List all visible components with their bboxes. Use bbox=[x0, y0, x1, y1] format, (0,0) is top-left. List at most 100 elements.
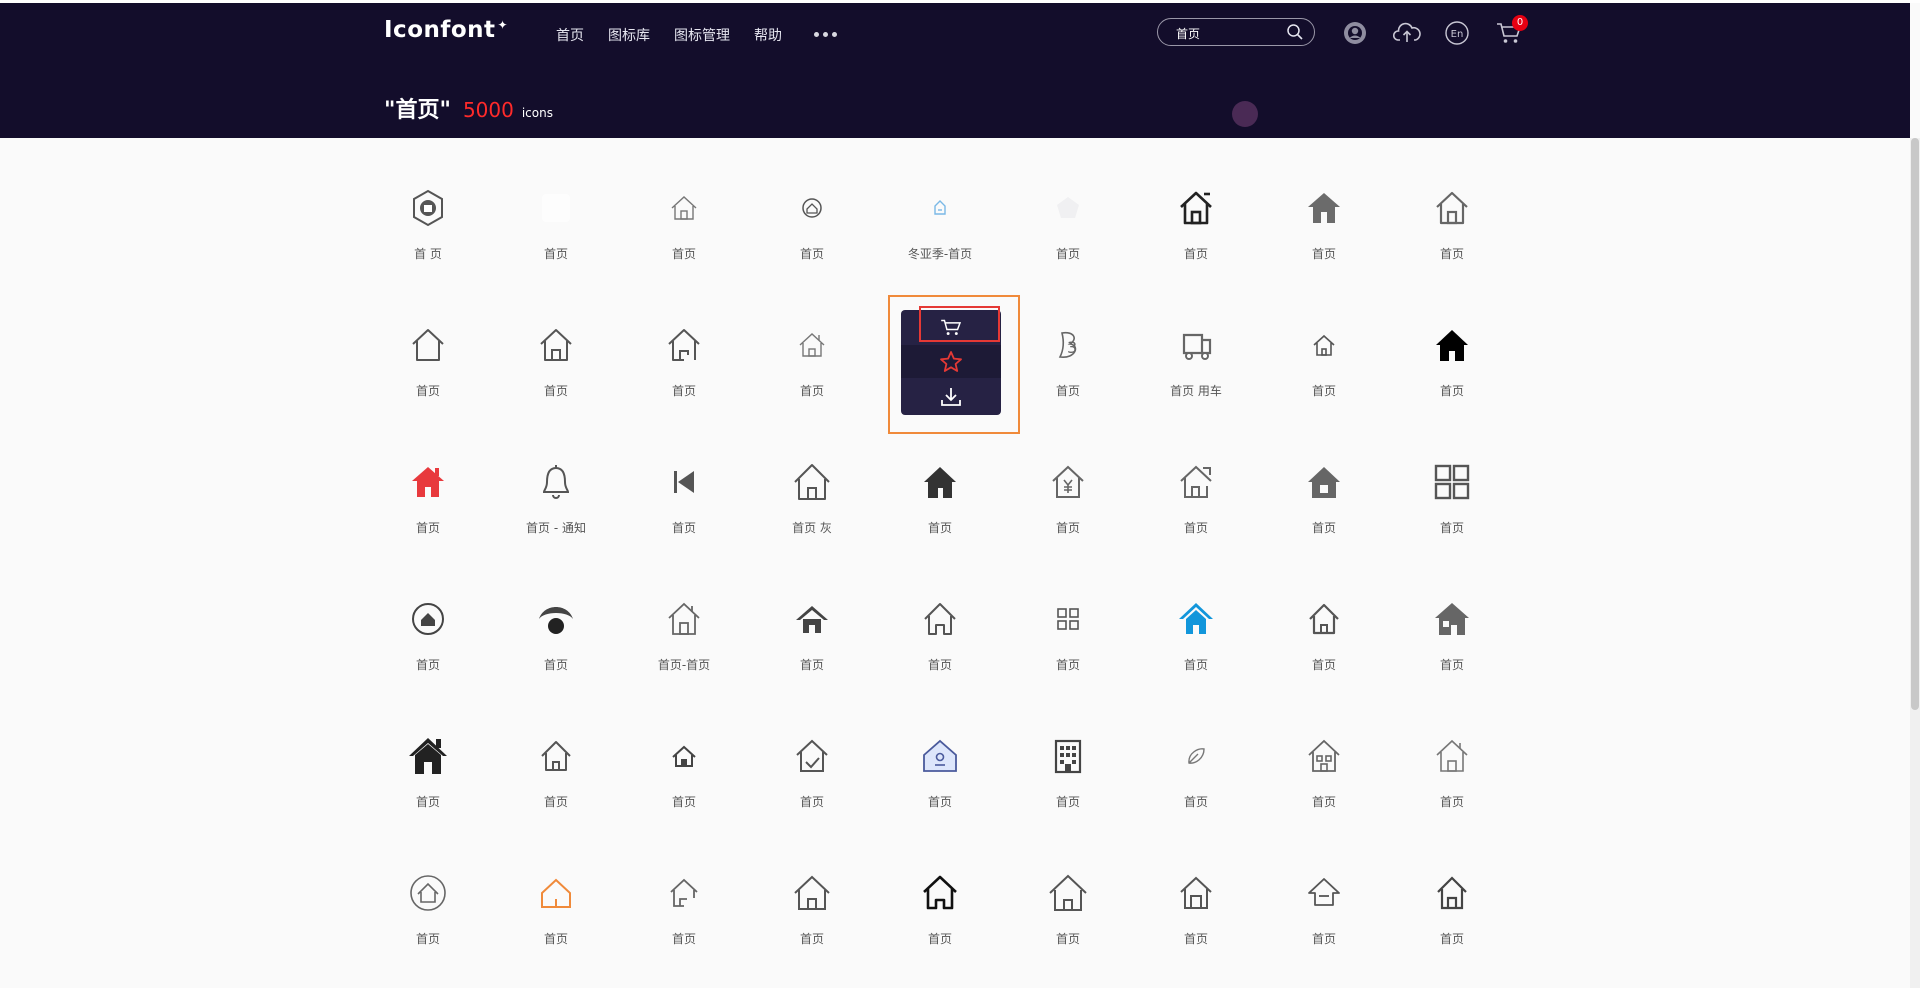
icon-card[interactable]: 首页 bbox=[1144, 442, 1248, 552]
icon-card[interactable]: 首页 bbox=[1272, 716, 1376, 826]
icon-card[interactable]: 首页 bbox=[1016, 716, 1120, 826]
icon-card[interactable]: 首页 bbox=[1272, 853, 1376, 963]
b-letter-icon: 3 bbox=[1048, 325, 1088, 365]
icon-card[interactable]: 首页 bbox=[1016, 853, 1120, 963]
nav-home[interactable]: 首页 bbox=[556, 25, 584, 45]
icon-card[interactable]: 首页 bbox=[376, 853, 480, 963]
icon-label: 首页 bbox=[543, 247, 568, 261]
avatar-icon[interactable] bbox=[1343, 21, 1367, 45]
icon-card[interactable]: 首页 bbox=[376, 579, 480, 689]
icon-card[interactable]: 首页 bbox=[888, 853, 992, 963]
icon-card[interactable]: 首页 bbox=[376, 716, 480, 826]
icon-card[interactable]: 首页 bbox=[376, 305, 480, 415]
house-chimney-outline-icon bbox=[664, 599, 704, 639]
result-count: 5000 bbox=[462, 98, 514, 122]
logo-text: Iconfont bbox=[384, 17, 496, 43]
icon-label: 首页 bbox=[415, 658, 440, 672]
icon-card[interactable]: 冬亚季-首页 bbox=[888, 168, 992, 278]
icon-card[interactable]: 首页 bbox=[1144, 716, 1248, 826]
search-icon[interactable] bbox=[1286, 23, 1304, 41]
icon-card[interactable]: 首页 bbox=[504, 168, 608, 278]
icon-card[interactable]: 首页 bbox=[504, 305, 608, 415]
icon-card[interactable]: 首页 bbox=[1272, 305, 1376, 415]
icon-label: 首页 bbox=[1055, 521, 1080, 535]
favorite-button[interactable] bbox=[901, 345, 1001, 378]
star-icon bbox=[940, 350, 962, 372]
house-gray-solid-icon bbox=[1304, 462, 1344, 502]
house-chimney-icon bbox=[792, 325, 832, 365]
loading-indicator bbox=[1232, 101, 1258, 127]
icon-card[interactable]: 首页 bbox=[1272, 579, 1376, 689]
icon-card[interactable]: 首页 灰 bbox=[760, 442, 864, 552]
icon-card[interactable]: 首页-首页 bbox=[632, 579, 736, 689]
icon-card[interactable]: 首页 bbox=[632, 168, 736, 278]
icon-card[interactable]: 首页 bbox=[632, 853, 736, 963]
icon-label: 首页 bbox=[1311, 247, 1336, 261]
icon-card[interactable]: 首页 - 通知 bbox=[504, 442, 608, 552]
icon-card[interactable]: 首页 bbox=[888, 716, 992, 826]
scrollbar-thumb[interactable] bbox=[1911, 138, 1919, 710]
icon-card[interactable]: 首页 bbox=[632, 442, 736, 552]
upload-cloud-icon[interactable] bbox=[1393, 21, 1421, 45]
nav-help[interactable]: 帮助 bbox=[754, 25, 782, 45]
house-arrow-icon bbox=[1176, 462, 1216, 502]
icon-card[interactable]: 首页 bbox=[760, 579, 864, 689]
icon-card[interactable]: 首页 bbox=[632, 305, 736, 415]
icon-card[interactable]: 首页 bbox=[504, 853, 608, 963]
house-blue-filled-icon bbox=[1176, 599, 1216, 639]
circle-house-filled-icon bbox=[408, 599, 448, 639]
icon-card[interactable]: 首页 bbox=[1272, 442, 1376, 552]
icon-card[interactable]: 首页 bbox=[888, 442, 992, 552]
icon-card[interactable]: 首页 bbox=[760, 168, 864, 278]
icon-card[interactable]: 3 首页 bbox=[1016, 305, 1120, 415]
icon-card[interactable]: 首页 bbox=[1272, 168, 1376, 278]
icon-label: 首页 bbox=[1311, 658, 1336, 672]
cart-button[interactable]: 0 bbox=[1496, 15, 1528, 45]
download-icon bbox=[941, 387, 961, 406]
search-input[interactable] bbox=[1174, 23, 1278, 43]
icon-card[interactable]: 首页 bbox=[1400, 579, 1504, 689]
icon-card[interactable]: 首页 bbox=[760, 716, 864, 826]
icon-label: 首页 bbox=[671, 247, 696, 261]
nav-icon-manage[interactable]: 图标管理 bbox=[674, 25, 730, 45]
icon-label: 首页 bbox=[1439, 932, 1464, 946]
icon-card[interactable]: 首页 bbox=[1400, 853, 1504, 963]
house-tall-icon bbox=[1432, 873, 1472, 913]
icon-label: 首 页 bbox=[414, 247, 442, 261]
icon-label: 首页 bbox=[1439, 795, 1464, 809]
icon-card[interactable]: 首页 bbox=[1016, 168, 1120, 278]
icon-card[interactable]: 首 页 bbox=[376, 168, 480, 278]
icon-card[interactable]: 首页 bbox=[760, 305, 864, 415]
icon-card[interactable]: 首页 bbox=[376, 442, 480, 552]
download-button[interactable] bbox=[901, 380, 1001, 413]
nav-icon-library[interactable]: 图标库 bbox=[608, 25, 650, 45]
icon-card[interactable]: 首页 bbox=[504, 579, 608, 689]
icon-card[interactable]: 首页 bbox=[1144, 579, 1248, 689]
icon-card[interactable]: 首页 bbox=[1144, 168, 1248, 278]
icon-card[interactable]: 首页 bbox=[888, 579, 992, 689]
icon-card[interactable]: 首页 bbox=[1400, 442, 1504, 552]
icon-card[interactable]: 首页 bbox=[1016, 442, 1120, 552]
icon-card[interactable]: 首页 bbox=[632, 716, 736, 826]
language-icon[interactable]: En bbox=[1445, 21, 1469, 45]
icon-label: 首页 bbox=[927, 521, 952, 535]
house-simple-icon bbox=[408, 325, 448, 365]
icon-label: 首页 bbox=[543, 658, 568, 672]
icon-card[interactable]: 首页 bbox=[1400, 168, 1504, 278]
icon-card[interactable]: 首页 bbox=[1016, 579, 1120, 689]
more-menu-icon[interactable] bbox=[814, 25, 837, 43]
icon-card[interactable]: 首页 bbox=[504, 716, 608, 826]
icon-label: 首页 - 通知 bbox=[526, 521, 586, 535]
icon-card[interactable]: 首页 bbox=[1400, 716, 1504, 826]
svg-text:En: En bbox=[1451, 29, 1464, 40]
icon-card[interactable]: 首页 用车 bbox=[1144, 305, 1248, 415]
house-small-icon bbox=[1304, 325, 1344, 365]
icon-label: 首页 bbox=[415, 932, 440, 946]
icon-card[interactable]: 首页 bbox=[760, 853, 864, 963]
logo[interactable]: Iconfont ✦ bbox=[384, 17, 508, 43]
scrollbar[interactable] bbox=[1910, 138, 1920, 988]
icon-card[interactable]: 首页 bbox=[1400, 305, 1504, 415]
house-light-icon bbox=[1432, 736, 1472, 776]
icon-label: 首页 bbox=[415, 521, 440, 535]
icon-card[interactable]: 首页 bbox=[1144, 853, 1248, 963]
